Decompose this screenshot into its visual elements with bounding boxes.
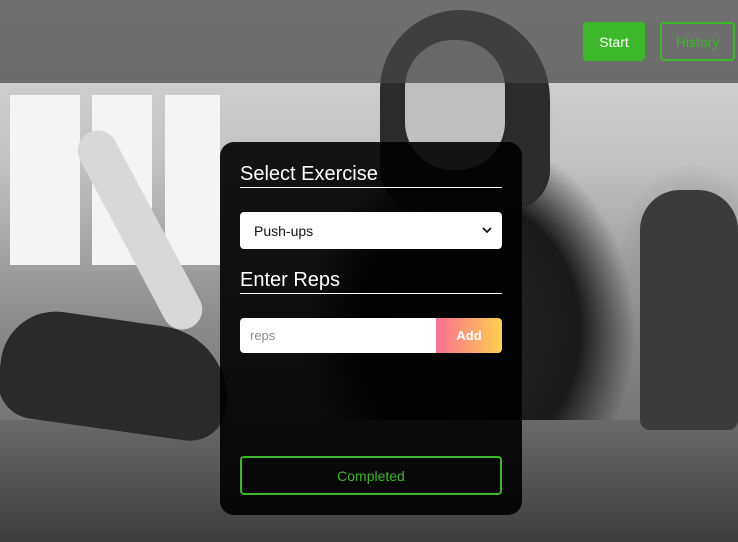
start-button[interactable]: Start bbox=[583, 22, 645, 61]
reps-input[interactable] bbox=[240, 318, 436, 353]
window-pane bbox=[165, 95, 220, 265]
reps-entry-group: Add bbox=[240, 318, 502, 353]
chevron-down-icon bbox=[482, 226, 492, 236]
person-right bbox=[640, 190, 738, 430]
completed-button[interactable]: Completed bbox=[240, 456, 502, 495]
exercise-card: Select Exercise Push-ups Enter Reps Add … bbox=[220, 142, 522, 515]
select-exercise-heading: Select Exercise bbox=[240, 162, 502, 188]
enter-reps-heading: Enter Reps bbox=[240, 268, 502, 294]
exercise-select[interactable]: Push-ups bbox=[240, 212, 502, 249]
history-button[interactable]: History bbox=[660, 22, 735, 61]
window-pane bbox=[10, 95, 80, 265]
add-button[interactable]: Add bbox=[436, 318, 502, 353]
top-nav: Start History bbox=[0, 0, 738, 83]
exercise-select-value: Push-ups bbox=[254, 222, 314, 239]
